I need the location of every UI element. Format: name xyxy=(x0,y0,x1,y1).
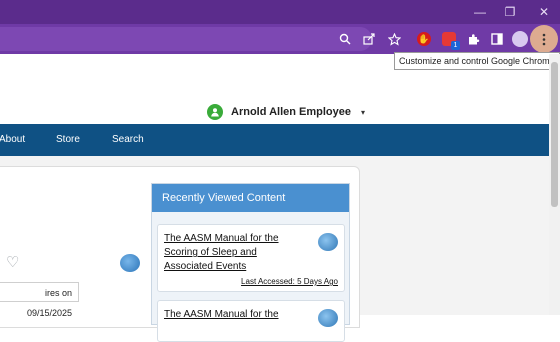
list-item[interactable]: The AASM Manual for the xyxy=(157,300,345,342)
nav-item-search[interactable]: Search xyxy=(112,124,144,156)
sidepanel-icon[interactable] xyxy=(489,31,505,47)
close-button[interactable]: ✕ xyxy=(530,3,558,21)
chevron-down-icon: ▾ xyxy=(361,107,366,117)
minimize-button[interactable]: — xyxy=(466,3,494,21)
extension-badge-icon[interactable]: 1 xyxy=(441,31,460,50)
nav-item-store[interactable]: Store xyxy=(56,124,80,156)
share-icon[interactable] xyxy=(361,31,377,47)
user-icon xyxy=(207,104,223,120)
address-bar[interactable] xyxy=(0,27,372,51)
extension-badge-count: 1 xyxy=(451,41,460,50)
search-icon[interactable] xyxy=(337,31,353,47)
browser-titlebar: — ❐ ✕ xyxy=(0,0,560,24)
recent-item-accessed: Last Accessed: 5 Days Ago xyxy=(241,277,338,286)
folder-icon xyxy=(318,309,338,327)
page-scrollbar[interactable] xyxy=(549,54,560,315)
scrollbar-thumb[interactable] xyxy=(551,62,558,207)
user-menu[interactable]: Arnold Allen Employee ▾ xyxy=(207,103,365,121)
restore-button[interactable]: ❐ xyxy=(496,3,524,21)
recently-viewed-title: Recently Viewed Content xyxy=(152,184,349,212)
more-menu-icon[interactable] xyxy=(536,31,552,47)
user-name: Arnold Allen Employee xyxy=(231,106,352,118)
profile-avatar[interactable] xyxy=(512,31,528,47)
folder-icon xyxy=(318,233,338,251)
star-icon[interactable] xyxy=(386,31,402,47)
expiration-text: ires on 09/15/2025 xyxy=(0,282,79,318)
puzzle-icon[interactable] xyxy=(465,31,481,47)
recent-item-title[interactable]: The AASM Manual for the Scoring of Sleep… xyxy=(164,232,304,274)
browser-toolbar: ✋ 1 xyxy=(0,24,560,54)
main-navbar: About Store Search xyxy=(0,124,549,156)
heart-icon[interactable]: ♡ xyxy=(6,253,19,271)
extension-red-icon[interactable]: ✋ xyxy=(416,31,432,47)
recently-viewed-panel: Recently Viewed Content The AASM Manual … xyxy=(151,183,350,342)
recent-item-title[interactable]: The AASM Manual for the xyxy=(164,308,304,322)
badge-sticker-icon xyxy=(120,254,140,272)
nav-item-about[interactable]: About xyxy=(0,124,25,156)
list-item[interactable]: The AASM Manual for the Scoring of Sleep… xyxy=(157,224,345,292)
menu-tooltip: Customize and control Google Chrome xyxy=(394,52,560,70)
